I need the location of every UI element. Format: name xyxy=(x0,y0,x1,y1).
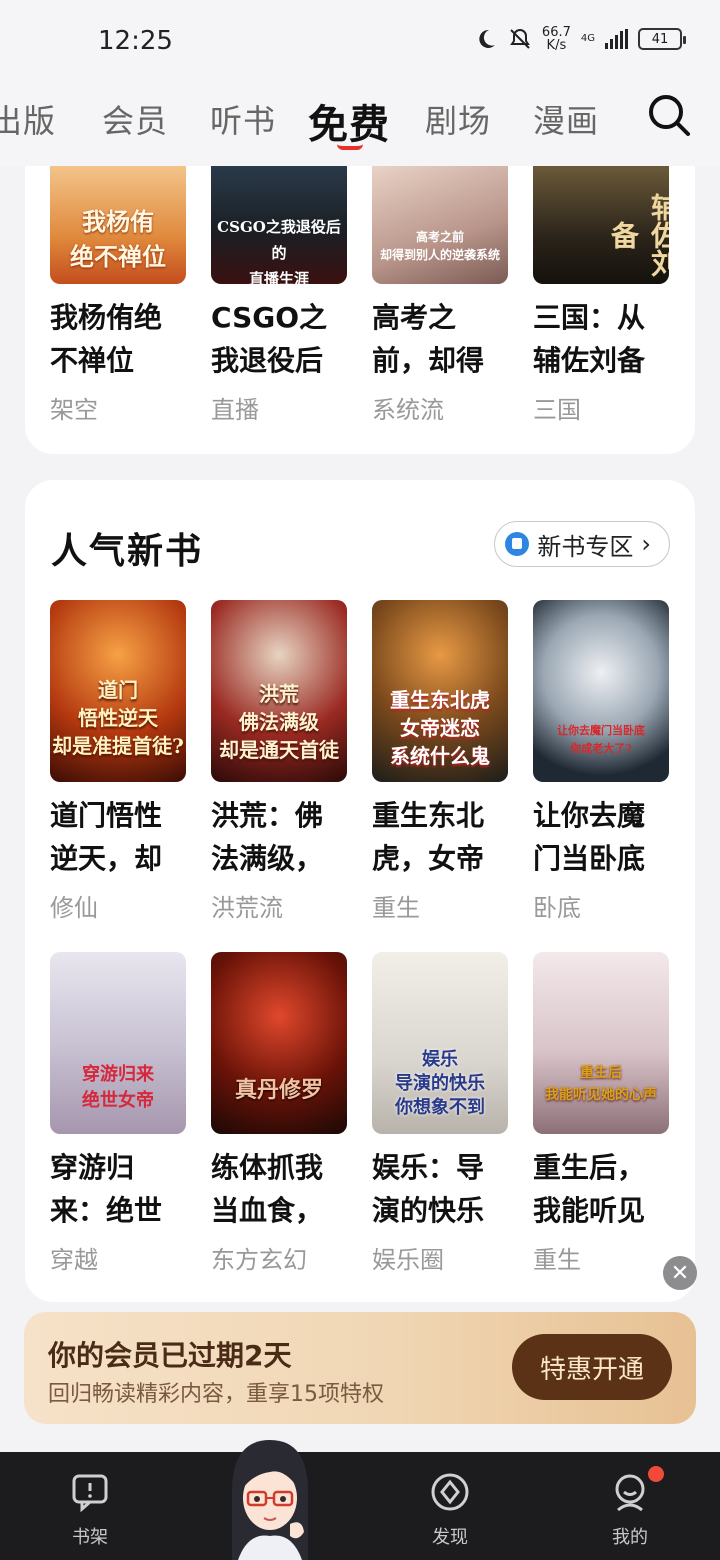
signal-icon xyxy=(605,29,628,49)
book-cover: 穿游归来 绝世女帝 xyxy=(50,952,186,1134)
top-nav: 出版 会员 听书 免费 剧场 漫画 xyxy=(0,80,720,166)
book-title: 让你去魔门当卧底你成老大了? xyxy=(533,799,646,875)
new-books-card: 人气新书 新书专区 › 道门 悟性逆天 却是准提首徒? 道门悟性逆天，却是准提首… xyxy=(25,480,695,1302)
book-item[interactable]: 真丹修罗 练体抓我当血食，可在下真丹修罗 东方玄幻 xyxy=(211,952,347,1275)
nav-profile[interactable]: 我的 xyxy=(590,1472,670,1549)
status-time: 12:25 xyxy=(98,26,173,56)
book-cover: 让你去魔门当卧底 你成老大了? xyxy=(533,600,669,782)
book-title: 重生后，我能听见她的心声 xyxy=(533,1151,646,1227)
book-cover: 洪荒 佛法满级 却是通天首徒 xyxy=(211,600,347,782)
book-item[interactable]: 娱乐 导演的快乐 你想象不到 娱乐：导演的快乐你想象不到 娱乐圈 xyxy=(372,952,508,1275)
book-tag: 重生 xyxy=(533,1246,581,1274)
book-item[interactable]: 重生东北虎 女帝迷恋 系统什么鬼 重生东北虎，女帝迷恋系统什么鬼 重生 xyxy=(372,600,508,923)
battery-icon: 41 xyxy=(638,28,686,50)
book-item[interactable]: CSGO之我退役后的 直播生涯 CSGO之我退役后的直播生涯 直播 xyxy=(211,166,347,425)
book-tag: 架空 xyxy=(50,396,98,424)
bookshelf-icon xyxy=(72,1474,108,1513)
net-speed: 66.7 K/s xyxy=(541,25,571,53)
search-icon[interactable] xyxy=(646,92,692,138)
book-title: 洪荒：佛法满级，却是通天首徒 xyxy=(211,799,324,875)
book-cover: 辅佐刘备 xyxy=(533,166,669,284)
book-title: 穿游归来：绝世女帝成了我老婆 xyxy=(50,1151,163,1227)
tab-theater[interactable]: 剧场 xyxy=(425,96,491,142)
new-books-zone-button[interactable]: 新书专区 › xyxy=(494,521,670,567)
book-tag: 三国 xyxy=(533,396,581,424)
tab-member[interactable]: 会员 xyxy=(102,96,168,142)
member-banner-subtitle: 回归畅读精彩内容，重享15项特权 xyxy=(48,1382,384,1407)
book-tag: 直播 xyxy=(211,396,259,424)
book-title: CSGO之我退役后的直播生涯 xyxy=(211,301,328,377)
book-tag: 娱乐圈 xyxy=(372,1246,444,1274)
book-title: 三国：从辅佐刘备 xyxy=(533,301,646,377)
book-title: 娱乐：导演的快乐你想象不到 xyxy=(372,1151,485,1227)
status-bar: 12:25 66.7 K/s 4G 41 xyxy=(0,0,720,80)
book-item[interactable]: 洪荒 佛法满级 却是通天首徒 洪荒：佛法满级，却是通天首徒 洪荒流 xyxy=(211,600,347,923)
book-item[interactable]: 高考之前 却得到别人的逆袭系统 高考之前，却得到别人的逆袭系统 系统流 xyxy=(372,166,508,425)
book-tag: 穿越 xyxy=(50,1246,98,1274)
nav-discover[interactable]: 发现 xyxy=(410,1472,490,1549)
book-tag: 卧底 xyxy=(533,894,581,922)
renew-member-button[interactable]: 特惠开通 xyxy=(512,1334,672,1400)
book-item[interactable]: 穿游归来 绝世女帝 穿游归来：绝世女帝成了我老婆 穿越 xyxy=(50,952,186,1275)
active-tab-indicator xyxy=(337,144,363,150)
compass-icon xyxy=(431,1473,469,1511)
member-banner-title: 你的会员已过期2天 xyxy=(48,1339,292,1372)
book-cover: 我杨侑 绝不禅位 xyxy=(50,166,186,284)
book-tag: 洪荒流 xyxy=(211,894,283,922)
section-title: 人气新书 xyxy=(51,522,203,574)
tab-comics[interactable]: 漫画 xyxy=(533,96,599,142)
close-icon[interactable]: ✕ xyxy=(663,1256,697,1290)
book-item[interactable]: 我杨侑 绝不禅位 我杨侑绝不禅位 架空 xyxy=(50,166,186,425)
mute-bell-icon xyxy=(510,28,530,49)
notification-badge xyxy=(648,1466,664,1482)
status-icons: 66.7 K/s 4G 41 xyxy=(474,25,686,53)
tab-publish[interactable]: 出版 xyxy=(0,96,56,142)
bookmark-icon xyxy=(505,532,530,556)
bottom-nav: 书架 发现 我的 xyxy=(0,1452,720,1560)
book-tag: 修仙 xyxy=(50,894,98,922)
book-title: 我杨侑绝不禅位 xyxy=(50,301,163,377)
book-item[interactable]: 让你去魔门当卧底 你成老大了? 让你去魔门当卧底你成老大了? 卧底 xyxy=(533,600,669,923)
net-type: 4G xyxy=(580,33,595,44)
book-cover: 真丹修罗 xyxy=(211,952,347,1134)
book-cover: 高考之前 却得到别人的逆袭系统 xyxy=(372,166,508,284)
book-tag: 系统流 xyxy=(372,396,444,424)
book-cover: CSGO之我退役后的 直播生涯 xyxy=(211,166,347,284)
book-cover: 重生后 我能听见她的心声 xyxy=(533,952,669,1134)
recommend-card: 我杨侑 绝不禅位 我杨侑绝不禅位 架空 CSGO之我退役后的 直播生涯 CSGO… xyxy=(25,130,695,454)
tab-free[interactable]: 免费 xyxy=(308,92,390,150)
book-cover: 重生东北虎 女帝迷恋 系统什么鬼 xyxy=(372,600,508,782)
book-tag: 重生 xyxy=(372,894,420,922)
book-title: 道门悟性逆天，却是准提首徒? xyxy=(50,799,163,875)
book-cover: 娱乐 导演的快乐 你想象不到 xyxy=(372,952,508,1134)
nav-bookshelf[interactable]: 书架 xyxy=(50,1472,130,1549)
book-title: 重生东北虎，女帝迷恋系统什么鬼 xyxy=(372,799,485,875)
book-cover: 道门 悟性逆天 却是准提首徒? xyxy=(50,600,186,782)
book-item[interactable]: 辅佐刘备 三国：从辅佐刘备 三国 xyxy=(533,166,669,425)
book-item[interactable]: 道门 悟性逆天 却是准提首徒? 道门悟性逆天，却是准提首徒? 修仙 xyxy=(50,600,186,923)
chevron-right-icon: › xyxy=(641,530,651,558)
book-title: 高考之前，却得到别人的逆袭系统 xyxy=(372,301,485,377)
book-title: 练体抓我当血食，可在下真丹修罗 xyxy=(211,1151,324,1227)
profile-icon xyxy=(615,1474,645,1512)
book-item[interactable]: 重生后 我能听见她的心声 重生后，我能听见她的心声 重生 xyxy=(533,952,669,1275)
member-expired-banner[interactable]: 你的会员已过期2天 回归畅读精彩内容，重享15项特权 特惠开通 xyxy=(24,1312,696,1424)
mascot-avatar[interactable] xyxy=(218,1432,322,1560)
moon-icon xyxy=(479,29,495,48)
book-tag: 东方玄幻 xyxy=(211,1246,307,1274)
tab-audiobook[interactable]: 听书 xyxy=(210,96,276,142)
